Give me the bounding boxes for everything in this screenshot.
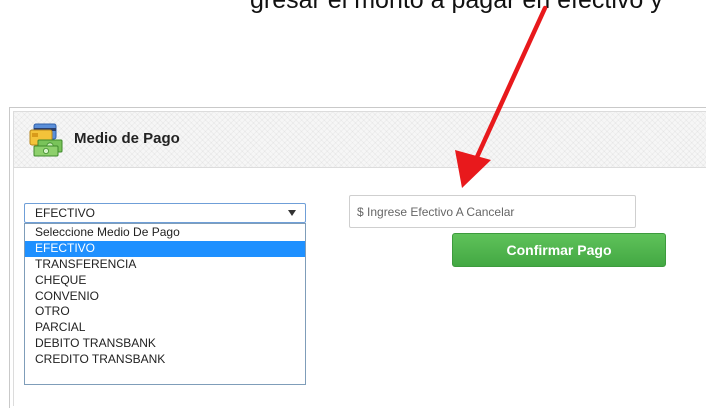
dropdown-option[interactable]: OTRO <box>25 304 305 320</box>
dropdown-option[interactable]: CREDITO TRANSBANK <box>25 352 305 368</box>
dropdown-option[interactable]: CHEQUE <box>25 273 305 289</box>
dropdown-option[interactable]: CONVENIO <box>25 289 305 305</box>
confirm-payment-button[interactable]: Confirmar Pago <box>452 233 666 267</box>
cash-amount-input[interactable] <box>349 195 636 228</box>
payment-method-dropdown-list: Seleccione Medio De Pago EFECTIVO TRANSF… <box>24 223 306 385</box>
instruction-text: gresar el monto a pagar en efectivo y <box>250 0 663 14</box>
dropdown-option[interactable]: DEBITO TRANSBANK <box>25 336 305 352</box>
money-cards-icon <box>29 123 63 157</box>
dropdown-option[interactable]: Seleccione Medio De Pago <box>25 225 305 241</box>
panel-header: Medio de Pago <box>13 111 706 168</box>
dropdown-option[interactable]: TRANSFERENCIA <box>25 257 305 273</box>
dropdown-option[interactable]: PARCIAL <box>25 320 305 336</box>
panel-left-border <box>13 168 14 406</box>
dropdown-arrow-icon[interactable] <box>288 210 296 216</box>
payment-method-select[interactable]: EFECTIVO <box>24 203 306 223</box>
panel-title: Medio de Pago <box>74 130 180 147</box>
dropdown-option-highlighted[interactable]: EFECTIVO <box>25 240 305 257</box>
payment-method-selected-value: EFECTIVO <box>35 206 96 220</box>
